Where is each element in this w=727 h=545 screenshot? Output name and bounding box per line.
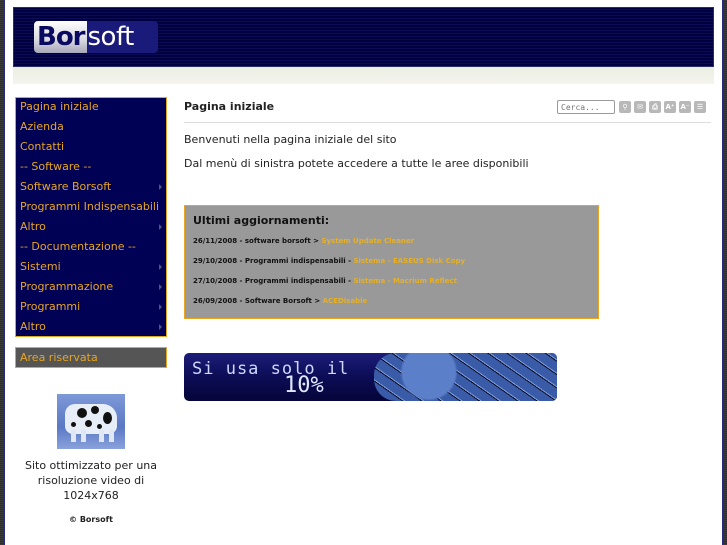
- update-item: 26/11/2008 - software borsoft > System U…: [193, 236, 598, 256]
- welcome-text: Benvenuti nella pagina iniziale del sito: [184, 133, 397, 146]
- banner-text-line2: 10%: [284, 373, 324, 398]
- search-input[interactable]: [557, 100, 615, 114]
- sidebar-item-software-borsoft[interactable]: Software Borsoft: [16, 178, 166, 198]
- submenu-arrow-icon: [159, 284, 162, 290]
- sidebar-item-pagina-iniziale[interactable]: Pagina iniziale: [16, 98, 166, 118]
- copyright-text: © Borsoft: [69, 515, 113, 524]
- title-divider: [184, 122, 711, 123]
- sidebar-item-label: Pagina iniziale: [20, 100, 99, 113]
- update-item: 29/10/2008 - Programmi indispensabili - …: [193, 256, 598, 276]
- sidebar-item-altro-software[interactable]: Altro: [16, 218, 166, 238]
- borsoft-logo[interactable]: Bor soft: [34, 21, 158, 53]
- print-icon[interactable]: ⎙: [649, 101, 661, 113]
- update-link[interactable]: Sistema - EASEUS Disk Copy: [353, 257, 465, 265]
- sidebar-item-label: -- Documentazione --: [20, 240, 136, 253]
- font-increase-icon[interactable]: A⁺: [664, 101, 676, 113]
- sidebar-item-label: Programmazione: [20, 280, 114, 293]
- sidebar-menu: Pagina iniziale Azienda Contatti -- Soft…: [15, 97, 167, 337]
- sidebar-item-label: Software Borsoft: [20, 180, 112, 193]
- update-prefix: 26/11/2008 - software borsoft >: [193, 237, 322, 245]
- update-prefix: 27/10/2008 - Programmi indispensabili -: [193, 277, 354, 285]
- window-frame-right: [722, 0, 727, 545]
- sidebar-item-label: Altro: [20, 320, 46, 333]
- instructions-text: Dal menù di sinistra potete accedere a t…: [184, 157, 529, 170]
- sidebar-item-label: Contatti: [20, 140, 65, 153]
- page-title: Pagina iniziale: [184, 100, 275, 113]
- submenu-arrow-icon: [159, 304, 162, 310]
- update-item: 27/10/2008 - Programmi indispensabili - …: [193, 276, 598, 296]
- reserved-area-button[interactable]: Area riservata: [15, 347, 167, 368]
- sidebar-item-label: Sistemi: [20, 260, 61, 273]
- sidebar-item-label: -- Software --: [20, 160, 92, 173]
- search-icon[interactable]: ⚲: [619, 101, 631, 113]
- sidebar-item-programmazione[interactable]: Programmazione: [16, 278, 166, 298]
- submenu-arrow-icon: [159, 324, 162, 330]
- update-link[interactable]: ACEDisable: [323, 297, 368, 305]
- sidebar-item-label: Azienda: [20, 120, 64, 133]
- cow-image: [57, 394, 125, 449]
- window-frame-left: [0, 0, 5, 545]
- sidebar-item-label: Programmi Indispensabili: [20, 200, 160, 213]
- sidebar-item-programmi-indispensabili[interactable]: Programmi Indispensabili: [16, 198, 166, 218]
- update-link[interactable]: System Update Cleaner: [321, 237, 414, 245]
- sidebar-section-software: -- Software --: [16, 158, 166, 178]
- banner-text-line1: Si usa solo il: [192, 359, 350, 379]
- sidebar-section-documentazione: -- Documentazione --: [16, 238, 166, 258]
- sidebar-item-sistemi[interactable]: Sistemi: [16, 258, 166, 278]
- sidebar-item-altro-documentazione[interactable]: Altro: [16, 318, 166, 338]
- submenu-arrow-icon: [159, 184, 162, 190]
- site-header: Bor soft: [13, 7, 714, 67]
- brain-banner[interactable]: Si usa solo il 10%: [184, 353, 557, 401]
- logo-text-soft: soft: [87, 22, 135, 52]
- latest-updates-box: Ultimi aggiornamenti: 26/11/2008 - softw…: [184, 205, 599, 319]
- header-subbar: [13, 67, 714, 84]
- resolution-note: Sito ottimizzato per una risoluzione vid…: [24, 459, 158, 502]
- update-link[interactable]: Sistema - Macrium Reflect: [353, 277, 456, 285]
- font-decrease-icon[interactable]: A⁻: [679, 101, 691, 113]
- submenu-arrow-icon: [159, 264, 162, 270]
- sidebar-item-label: Altro: [20, 220, 46, 233]
- sitemap-icon[interactable]: ☰: [694, 101, 706, 113]
- logo-text-bor: Bor: [34, 21, 87, 53]
- update-item: 26/09/2008 - Software Borsoft > ACEDisab…: [193, 296, 598, 316]
- sidebar-item-programmi[interactable]: Programmi: [16, 298, 166, 318]
- brain-image: [374, 353, 557, 401]
- update-prefix: 26/09/2008 - Software Borsoft >: [193, 297, 323, 305]
- submenu-arrow-icon: [159, 224, 162, 230]
- sidebar-item-label: Programmi: [20, 300, 81, 313]
- sidebar-item-contatti[interactable]: Contatti: [16, 138, 166, 158]
- updates-heading: Ultimi aggiornamenti:: [193, 214, 330, 227]
- sidebar-item-azienda[interactable]: Azienda: [16, 118, 166, 138]
- email-icon[interactable]: ✉: [634, 101, 646, 113]
- update-prefix: 29/10/2008 - Programmi indispensabili -: [193, 257, 354, 265]
